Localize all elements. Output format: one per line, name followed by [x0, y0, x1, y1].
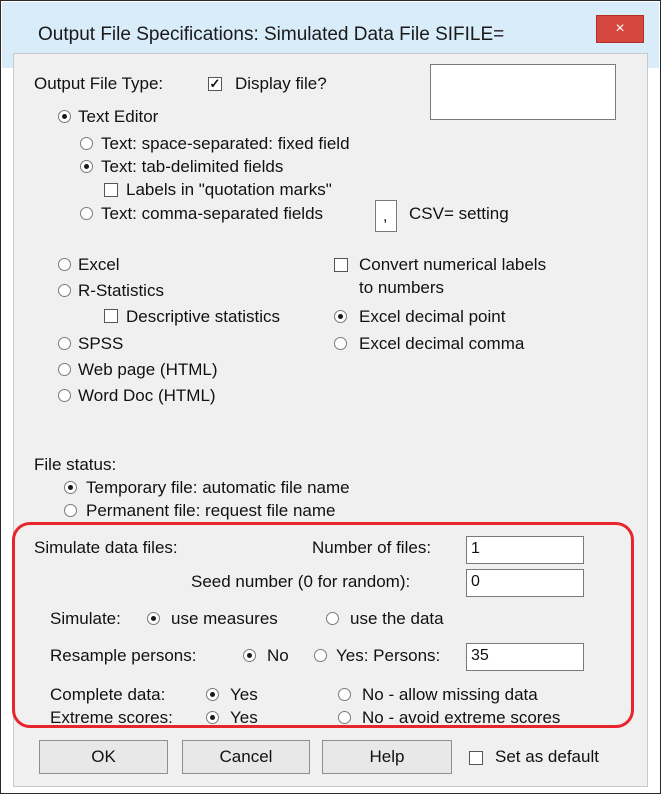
- radio-temporary-file[interactable]: [64, 481, 77, 494]
- radio-tab-delimited[interactable]: [80, 160, 93, 173]
- display-file-label: Display file?: [235, 74, 327, 93]
- window-title: Output File Specifications: Simulated Da…: [38, 24, 505, 45]
- csv-field[interactable]: ,: [375, 200, 397, 232]
- radio-text-editor[interactable]: [58, 110, 71, 123]
- descriptive-stats-checkbox[interactable]: [104, 309, 118, 323]
- close-button[interactable]: ×: [596, 15, 644, 43]
- file-status-label: File status:: [34, 455, 117, 474]
- csv-setting-label: CSV= setting: [409, 204, 509, 223]
- cancel-button[interactable]: Cancel: [182, 740, 310, 774]
- set-default-label: Set as default: [495, 747, 599, 766]
- spss-label: SPSS: [78, 334, 124, 353]
- space-separated-label: Text: space-separated: fixed field: [101, 134, 350, 153]
- radio-comma-separated[interactable]: [80, 207, 93, 220]
- temporary-file-label: Temporary file: automatic file name: [86, 478, 350, 497]
- radio-excel-decimal-comma[interactable]: [334, 337, 347, 350]
- descriptive-stats-label: Descriptive statistics: [126, 307, 280, 326]
- radio-space-separated[interactable]: [80, 137, 93, 150]
- permanent-file-label: Permanent file: request file name: [86, 501, 336, 520]
- radio-excel-decimal-point[interactable]: [334, 310, 347, 323]
- comma-separated-label: Text: comma-separated fields: [101, 204, 324, 223]
- radio-permanent-file[interactable]: [64, 504, 77, 517]
- tab-delimited-label: Text: tab-delimited fields: [101, 157, 284, 176]
- convert-labels-checkbox[interactable]: [334, 258, 348, 272]
- ok-button[interactable]: OK: [39, 740, 168, 774]
- to-numbers-label: to numbers: [359, 278, 445, 297]
- labels-quotes-checkbox[interactable]: [104, 183, 118, 197]
- excel-decimal-point-label: Excel decimal point: [359, 307, 506, 326]
- excel-label: Excel: [78, 255, 120, 274]
- display-file-checkbox[interactable]: ✓: [208, 77, 222, 91]
- output-preview-box: [430, 64, 616, 120]
- radio-excel[interactable]: [58, 258, 71, 271]
- radio-spss[interactable]: [58, 337, 71, 350]
- word-doc-label: Word Doc (HTML): [78, 386, 216, 405]
- help-button[interactable]: Help: [322, 740, 452, 774]
- text-editor-label: Text Editor: [78, 107, 159, 126]
- set-default-checkbox[interactable]: [469, 751, 483, 765]
- radio-word-doc[interactable]: [58, 389, 71, 402]
- radio-r-statistics[interactable]: [58, 284, 71, 297]
- web-page-label: Web page (HTML): [78, 360, 218, 379]
- r-statistics-label: R-Statistics: [78, 281, 164, 300]
- output-type-label: Output File Type:: [34, 74, 164, 93]
- radio-web-page[interactable]: [58, 363, 71, 376]
- labels-quotes-label: Labels in "quotation marks": [126, 180, 332, 199]
- highlight-box: [12, 522, 634, 728]
- excel-decimal-comma-label: Excel decimal comma: [359, 334, 525, 353]
- convert-labels-label: Convert numerical labels: [359, 255, 547, 274]
